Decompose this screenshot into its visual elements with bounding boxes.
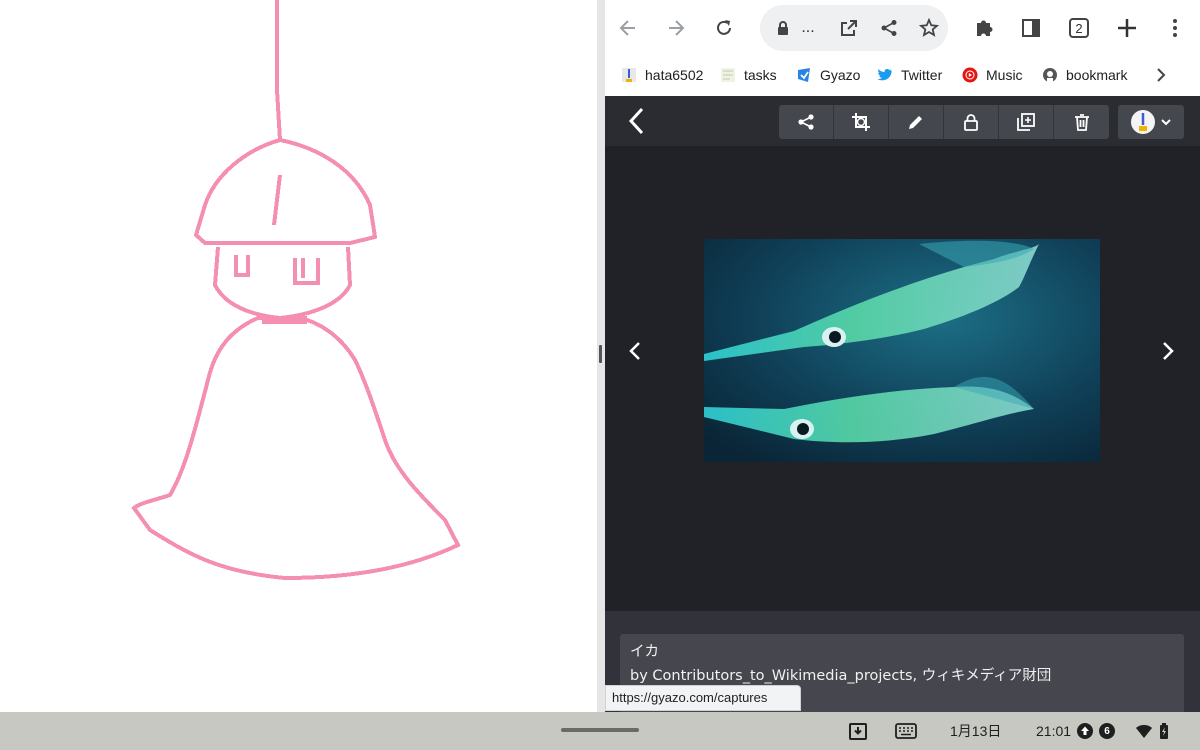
bookmarks-bar: hata6502 tasks Gyazo Twitter Music bookm…	[605, 60, 1200, 90]
trash-icon	[1074, 114, 1089, 131]
home-gesture-bar[interactable]	[561, 728, 639, 732]
twitter-icon	[877, 67, 893, 83]
arrow-left-icon	[619, 20, 635, 36]
date-label[interactable]: 1月13日	[950, 721, 1001, 741]
battery-icon	[1160, 723, 1169, 739]
chevron-left-icon	[629, 342, 640, 360]
gyazo-image-viewer: イカ by Contributors_to_Wikimedia_projects…	[605, 96, 1200, 712]
bookmark-twitter[interactable]: Twitter	[877, 65, 942, 85]
drawing-canvas[interactable]	[0, 0, 597, 712]
duplicate-icon	[1017, 113, 1035, 131]
extensions-button[interactable]	[966, 10, 1002, 46]
delete-button[interactable]	[1054, 105, 1109, 139]
arrow-right-icon	[669, 20, 685, 36]
notification-badge: 6	[1099, 723, 1116, 739]
chevron-down-icon	[1161, 119, 1171, 126]
share-icon[interactable]	[874, 5, 904, 51]
squid-photo[interactable]	[704, 239, 1100, 462]
new-tab-button[interactable]	[1109, 10, 1145, 46]
caption-title: イカ	[630, 644, 659, 660]
back-chevron-button[interactable]	[623, 106, 651, 136]
previous-image-button[interactable]	[623, 336, 647, 366]
lock-button[interactable]	[944, 105, 999, 139]
virtual-keyboard-button[interactable]	[895, 721, 917, 741]
folder-icon	[720, 67, 736, 83]
upload-icon	[1077, 723, 1094, 739]
user-menu-button[interactable]	[1118, 105, 1184, 139]
reload-icon	[717, 20, 731, 35]
side-panel-button[interactable]	[1013, 10, 1049, 46]
forward-button[interactable]	[658, 10, 694, 46]
crop-icon	[852, 113, 870, 131]
browser-menu-button[interactable]	[1157, 10, 1193, 46]
edit-button[interactable]	[889, 105, 944, 139]
omnibox-text[interactable]: ...	[798, 5, 818, 51]
split-view-divider[interactable]	[597, 0, 605, 712]
github-icon	[1042, 67, 1058, 83]
status-area[interactable]: 21:01 6	[1036, 721, 1169, 741]
squid-image	[704, 239, 1100, 462]
share-icon	[798, 114, 814, 130]
back-button[interactable]	[610, 10, 646, 46]
side-panel-icon	[1022, 19, 1040, 37]
lock-icon	[964, 114, 978, 131]
next-image-button[interactable]	[1156, 336, 1180, 366]
more-vertical-icon	[1173, 19, 1177, 37]
avatar	[1131, 110, 1155, 134]
bookmark-music[interactable]: Music	[962, 65, 1023, 85]
viewer-toolbar	[605, 96, 1200, 146]
chevron-right-icon	[1157, 68, 1166, 82]
share-button[interactable]	[779, 105, 834, 139]
tab-switcher-button[interactable]: 2	[1061, 10, 1097, 46]
link-status-tooltip: https://gyazo.com/captures	[605, 685, 801, 711]
screen: ... 2 hata6502 tasks Gyazo Twitter Music…	[0, 0, 1200, 750]
chevron-left-icon	[628, 107, 644, 135]
image-actions	[779, 105, 1109, 139]
bookmark-gyazo[interactable]: Gyazo	[796, 65, 860, 85]
pink-pixel-sketch	[131, 0, 461, 581]
bookmark-bookmark[interactable]: bookmark	[1042, 65, 1127, 85]
clipboard-history-button[interactable]	[848, 721, 868, 741]
system-shelf: 1月13日 21:01 6	[0, 712, 1200, 750]
browser-toolbar: ... 2	[605, 0, 1200, 56]
time-label: 21:01	[1036, 723, 1072, 739]
chevron-right-icon	[1163, 342, 1174, 360]
bookmarks-overflow-button[interactable]	[1155, 65, 1167, 85]
open-in-new-icon[interactable]	[834, 5, 864, 51]
reload-button[interactable]	[706, 10, 742, 46]
bookmark-tasks[interactable]: tasks	[720, 65, 777, 85]
browser-window: ... 2 hata6502 tasks Gyazo Twitter Music…	[605, 0, 1200, 712]
duplicate-button[interactable]	[999, 105, 1054, 139]
puzzle-icon	[977, 20, 993, 36]
bookmark-hata6502[interactable]: hata6502	[621, 65, 703, 85]
keyboard-icon	[895, 723, 917, 739]
pencil-icon	[909, 116, 922, 129]
star-icon[interactable]	[914, 5, 944, 51]
tab-count: 2	[1069, 18, 1089, 38]
gyazo-icon	[796, 67, 812, 83]
divider-handle[interactable]	[599, 345, 602, 363]
profile-icon	[621, 67, 637, 83]
crop-button[interactable]	[834, 105, 889, 139]
plus-icon	[1118, 19, 1136, 37]
youtube-music-icon	[962, 67, 978, 83]
omnibox[interactable]: ...	[760, 5, 948, 51]
wifi-icon	[1136, 725, 1153, 738]
clipboard-icon	[849, 723, 867, 740]
lock-icon[interactable]	[768, 5, 798, 51]
